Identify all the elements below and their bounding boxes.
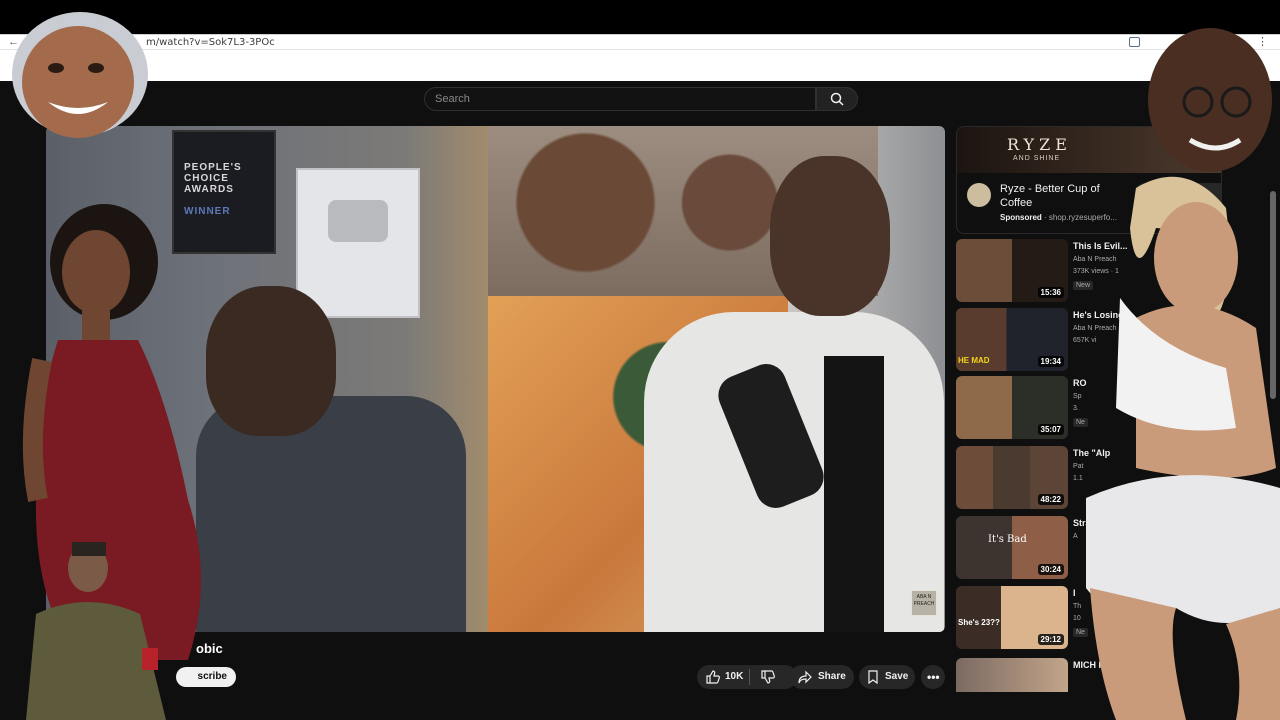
thumbnail-text: She's 23??: [958, 618, 1000, 627]
video-thumbnail[interactable]: [956, 658, 1068, 692]
thumbnail-text: It's Bad: [988, 534, 1027, 545]
video-duration: 19:34: [1037, 356, 1064, 367]
more-actions-button[interactable]: •••: [921, 665, 945, 689]
host-left-head: [206, 286, 336, 436]
video-thumbnail[interactable]: HE MAD 19:34: [956, 308, 1068, 371]
share-arrow-icon: [798, 670, 812, 684]
more-dots-icon: •••: [927, 670, 940, 684]
host-right-head: [770, 156, 890, 316]
overlay-uniform-figure-sticker: [26, 542, 166, 720]
browser-top-bar: [0, 0, 1280, 34]
screen: ← m/watch?v=Sok7L3-3POc ⋮ Search PEOPLE'…: [0, 0, 1280, 720]
plaque-emblem: [328, 200, 388, 242]
search-placeholder: Search: [435, 93, 470, 105]
video-thumbnail[interactable]: 15:36: [956, 239, 1068, 302]
thumbnail-text: HE MAD: [958, 356, 990, 365]
host-left-body: [196, 396, 466, 632]
save-label: Save: [885, 671, 909, 682]
overlay-face-sticker-right: [1148, 28, 1272, 172]
search-button[interactable]: [816, 87, 858, 111]
bookmark-icon: [868, 670, 878, 684]
video-duration: 48:22: [1037, 494, 1064, 505]
video-thumbnail[interactable]: 48:22: [956, 446, 1068, 509]
overlay-woman-sticker-right: [1086, 176, 1280, 720]
video-duration: 35:07: [1037, 424, 1064, 435]
host-right-shirt: [824, 356, 884, 632]
like-dislike-pill: 10K: [697, 665, 797, 689]
award-text: PEOPLE'S CHOICE AWARDS: [184, 162, 242, 195]
video-duration: 15:36: [1037, 287, 1064, 298]
channel-watermark[interactable]: ABA N PREACH: [911, 590, 937, 616]
search-box[interactable]: Search: [424, 87, 816, 111]
ad-logo: [967, 183, 991, 207]
host-left-figure: [196, 286, 466, 632]
address-bar[interactable]: ← m/watch?v=Sok7L3-3POc ⋮: [0, 34, 1280, 50]
ad-brand-sub: AND SHINE: [1013, 155, 1061, 162]
thumbs-down-icon[interactable]: [761, 670, 775, 684]
video-thumbnail[interactable]: It's Bad 30:24: [956, 516, 1068, 579]
video-thumbnail[interactable]: She's 23?? 29:12: [956, 586, 1068, 649]
subscribe-button[interactable]: scribe: [176, 667, 236, 687]
search-icon: [830, 92, 844, 106]
like-count[interactable]: 10K: [725, 665, 743, 689]
ad-brand: RYZE: [1007, 135, 1072, 154]
share-button[interactable]: Share: [790, 665, 854, 689]
ad-sponsored-label: Sponsored: [1000, 213, 1042, 222]
host-right-figure: [644, 156, 944, 632]
save-button[interactable]: Save: [859, 665, 915, 689]
thumbs-up-icon[interactable]: [706, 670, 720, 684]
url-text[interactable]: m/watch?v=Sok7L3-3POc: [146, 35, 275, 50]
browser-toolbar-strip: [0, 50, 1280, 81]
overlay-face-sticker-left: [12, 12, 148, 138]
video-thumbnail[interactable]: 35:07: [956, 376, 1068, 439]
share-label: Share: [818, 671, 846, 682]
like-divider: [749, 669, 750, 685]
video-duration: 30:24: [1037, 564, 1064, 575]
video-duration: 29:12: [1037, 634, 1064, 645]
